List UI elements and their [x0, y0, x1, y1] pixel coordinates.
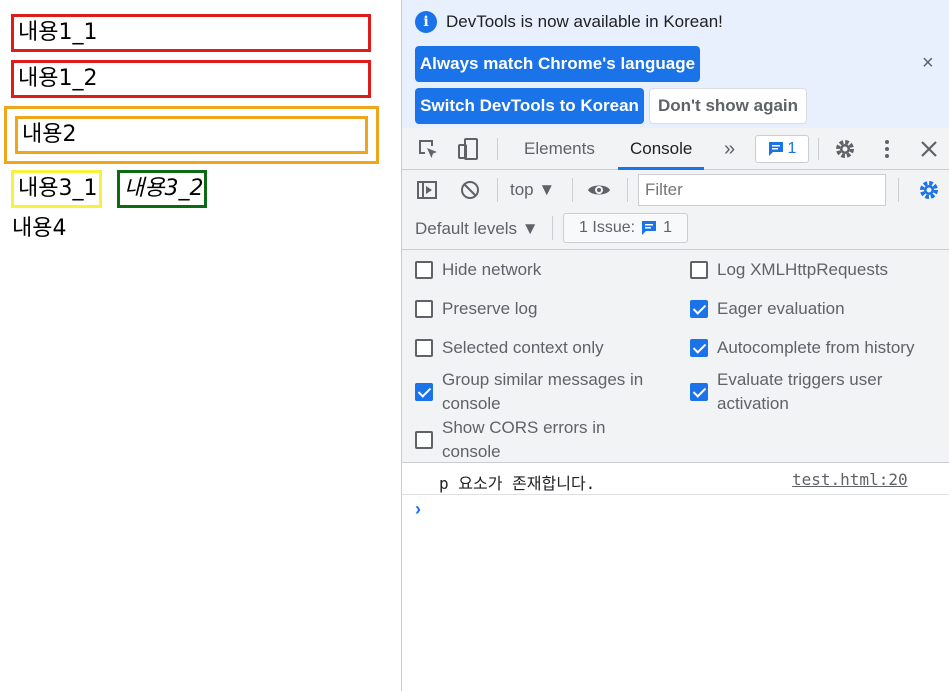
preserve-log-label: Preserve log: [442, 299, 538, 318]
dont-show-again-button[interactable]: Don't show again: [649, 88, 807, 124]
content-1-2-box: 내용1_2: [11, 60, 371, 98]
console-message-text: p 요소가 존재합니다.: [439, 474, 596, 493]
show-cors-option[interactable]: Show CORS errors in console: [415, 416, 625, 464]
selected-context-option[interactable]: Selected context only: [415, 336, 604, 360]
console-message-source-link[interactable]: test.html:20: [792, 470, 908, 489]
selected-context-label: Selected context only: [442, 338, 604, 357]
default-levels-dropdown[interactable]: Default levels ▼: [415, 219, 539, 239]
preserve-log-checkbox[interactable]: [415, 300, 433, 318]
info-icon: i: [415, 11, 437, 33]
toolbar-divider: [818, 138, 819, 160]
switch-to-korean-button[interactable]: Switch DevTools to Korean: [415, 88, 644, 124]
close-devtools-icon[interactable]: [917, 137, 941, 161]
content-2-inner-box: 내용2: [15, 116, 368, 154]
more-tabs-icon[interactable]: »: [724, 128, 735, 170]
issues-button-count: 1: [663, 219, 672, 236]
autocomplete-checkbox[interactable]: [690, 339, 708, 357]
message-icon: [768, 142, 783, 156]
issues-count: 1: [787, 140, 797, 157]
language-infobar: i DevTools is now available in Korean! A…: [402, 0, 949, 128]
group-similar-option[interactable]: Group similar messages in console: [415, 368, 665, 416]
issues-button[interactable]: 1 Issue: 1: [563, 213, 688, 243]
autocomplete-label: Autocomplete from history: [717, 338, 915, 357]
evaluate-triggers-label: Evaluate triggers user activation: [717, 370, 883, 413]
log-xhr-checkbox[interactable]: [690, 261, 708, 279]
more-options-icon[interactable]: [875, 137, 899, 161]
content-2-text: 내용2: [22, 122, 77, 147]
tab-console[interactable]: Console: [618, 128, 705, 170]
group-similar-checkbox[interactable]: [415, 383, 433, 401]
content-2-outer-box: 내용2: [4, 106, 379, 164]
context-selector[interactable]: top ▼: [510, 180, 555, 200]
toolbar-divider: [552, 216, 553, 240]
evaluate-triggers-option[interactable]: Evaluate triggers user activation: [690, 368, 920, 416]
selected-context-checkbox[interactable]: [415, 339, 433, 357]
devtools-panel: i DevTools is now available in Korean! A…: [401, 0, 949, 691]
always-match-language-button[interactable]: Always match Chrome's language: [415, 46, 700, 82]
content-1-2-text: 내용1_2: [18, 66, 98, 91]
show-cors-label: Show CORS errors in console: [442, 418, 606, 461]
issues-badge[interactable]: 1: [755, 135, 809, 163]
console-prompt-icon[interactable]: ›: [415, 499, 421, 520]
hide-network-checkbox[interactable]: [415, 261, 433, 279]
issues-label: 1 Issue:: [579, 219, 636, 236]
toolbar-divider: [572, 178, 573, 202]
inspect-element-icon[interactable]: [416, 137, 440, 161]
group-similar-label: Group similar messages in console: [442, 370, 644, 413]
console-message-row: p 요소가 존재합니다. test.html:20: [402, 464, 949, 495]
eager-evaluation-label: Eager evaluation: [717, 299, 845, 318]
content-3-1-text: 내용3_1: [18, 176, 98, 201]
toolbar-divider: [497, 138, 498, 160]
toolbar-divider: [497, 178, 498, 202]
eager-evaluation-checkbox[interactable]: [690, 300, 708, 318]
sidebar-toggle-icon[interactable]: [415, 178, 439, 202]
content-3-2-box: 내용3_2: [117, 170, 207, 208]
log-xhr-option[interactable]: Log XMLHttpRequests: [690, 258, 888, 282]
eye-icon[interactable]: [587, 178, 611, 202]
infobar-message: DevTools is now available in Korean!: [446, 12, 723, 31]
console-output: p 요소가 존재합니다. test.html:20 ›: [402, 464, 949, 691]
clear-console-icon[interactable]: [458, 178, 482, 202]
hide-network-option[interactable]: Hide network: [415, 258, 541, 282]
console-settings-pane: Hide network Log XMLHttpRequests Preserv…: [402, 250, 949, 463]
content-1-1-text: 내용1_1: [18, 20, 98, 45]
gear-icon[interactable]: [833, 137, 857, 161]
content-4-text: 내용4: [12, 216, 67, 241]
log-xhr-label: Log XMLHttpRequests: [717, 260, 889, 279]
content-3-2-text: 내용3_2: [124, 176, 204, 201]
message-icon: [642, 221, 657, 235]
toolbar-divider: [627, 178, 628, 202]
show-cors-checkbox[interactable]: [415, 431, 433, 449]
page-viewport: 내용1_1 내용1_2 내용2 내용3_1 내용3_2 내용4: [0, 0, 401, 691]
tab-elements[interactable]: Elements: [524, 128, 595, 170]
evaluate-triggers-checkbox[interactable]: [690, 383, 708, 401]
console-settings-gear-icon[interactable]: [917, 178, 941, 202]
devtools-tabbar: Elements Console » 1: [402, 128, 949, 170]
device-toolbar-icon[interactable]: [456, 137, 480, 161]
console-toolbar: top ▼ Default levels ▼ 1 Issue: 1: [402, 170, 949, 250]
autocomplete-option[interactable]: Autocomplete from history: [690, 336, 914, 360]
content-3-1-box: 내용3_1: [11, 170, 102, 208]
infobar-close-icon[interactable]: ×: [922, 52, 934, 75]
filter-input[interactable]: [638, 174, 886, 206]
eager-evaluation-option[interactable]: Eager evaluation: [690, 297, 845, 321]
content-1-1-box: 내용1_1: [11, 14, 371, 52]
preserve-log-option[interactable]: Preserve log: [415, 297, 537, 321]
toolbar-divider: [898, 178, 899, 202]
hide-network-label: Hide network: [442, 260, 542, 279]
